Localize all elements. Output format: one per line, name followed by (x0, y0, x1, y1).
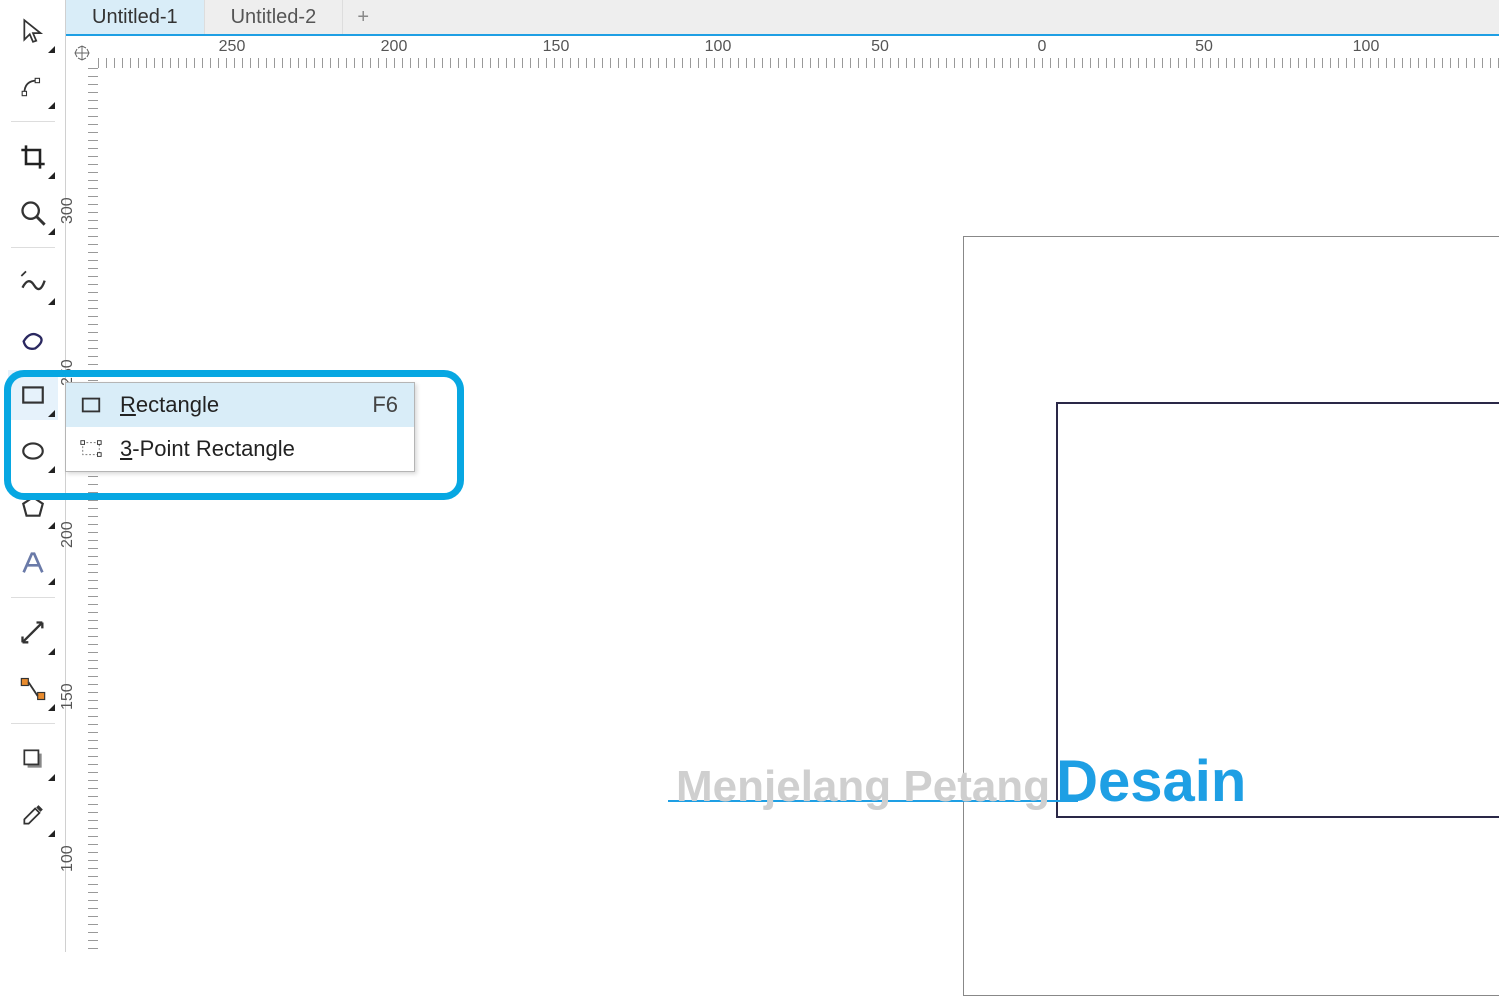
document-tabs-bar: Untitled-1 Untitled-2 + (66, 0, 1499, 36)
crop-tool[interactable] (8, 132, 58, 182)
dimension-icon (19, 619, 47, 647)
tab-label: Untitled-2 (231, 6, 317, 29)
shape-edit-icon (20, 74, 46, 100)
rectangle-tool-flyout: Rectangle F6 3-Point Rectangle (65, 382, 415, 472)
rectangle-tool[interactable] (8, 370, 58, 420)
flyout-indicator-icon (48, 522, 55, 529)
add-tab-button[interactable]: + (343, 0, 383, 34)
watermark: Menjelang Petang Desain (676, 748, 1246, 815)
ruler-v-label: 100 (59, 845, 77, 872)
smear-tool[interactable] (8, 314, 58, 364)
text-tool[interactable] (8, 538, 58, 588)
dropshadow-tool[interactable] (8, 734, 58, 784)
flyout-indicator-icon (48, 830, 55, 837)
flyout-indicator-icon (48, 172, 55, 179)
ruler-h-label: 200 (381, 38, 408, 56)
ruler-h-label: 0 (1038, 38, 1047, 56)
eyedropper-tool[interactable] (8, 790, 58, 840)
ruler-v-label: 200 (59, 521, 77, 548)
three-point-rectangle-icon (76, 438, 106, 460)
dropshadow-icon (20, 746, 46, 772)
flyout-indicator-icon (48, 648, 55, 655)
ruler-h-label: 50 (871, 38, 889, 56)
ruler-h-label: 100 (1353, 38, 1380, 56)
flyout-indicator-icon (48, 228, 55, 235)
pick-tool[interactable] (8, 6, 58, 56)
flyout-indicator-icon (48, 774, 55, 781)
polygon-tool[interactable] (8, 482, 58, 532)
zoom-tool[interactable] (8, 188, 58, 238)
drawing-canvas[interactable]: Menjelang Petang Desain (98, 68, 1499, 952)
flyout-indicator-icon (48, 102, 55, 109)
ruler-vertical[interactable]: 300 250 200 150 100 (66, 68, 98, 952)
freehand-icon (19, 269, 47, 297)
rectangle-icon (20, 382, 46, 408)
flyout-item-rectangle[interactable]: Rectangle F6 (66, 383, 414, 427)
ruler-h-ticks (98, 58, 1499, 68)
flyout-indicator-icon (48, 298, 55, 305)
connector-icon (19, 675, 47, 703)
tab-label: Untitled-1 (92, 6, 178, 29)
crop-icon (19, 143, 47, 171)
ruler-h-label: 250 (219, 38, 246, 56)
flyout-indicator-icon (48, 46, 55, 53)
document-tab-1[interactable]: Untitled-1 (66, 0, 205, 34)
flyout-item-shortcut: F6 (372, 392, 398, 418)
ruler-h-label: 50 (1195, 38, 1213, 56)
watermark-text-1: Menjelang Petang (676, 762, 1050, 812)
toolbox-separator (11, 121, 55, 122)
document-tab-2[interactable]: Untitled-2 (205, 0, 344, 34)
ruler-v-ticks (88, 68, 98, 952)
flyout-indicator-icon (48, 578, 55, 585)
magnifier-icon (19, 199, 47, 227)
toolbox-separator (11, 597, 55, 598)
ruler-origin[interactable] (66, 38, 98, 68)
cursor-icon (20, 18, 46, 44)
toolbox-separator (11, 723, 55, 724)
smear-icon (19, 325, 47, 353)
ruler-h-label: 150 (543, 38, 570, 56)
plus-icon: + (357, 6, 369, 29)
ruler-v-label: 150 (59, 683, 77, 710)
ruler-origin-icon (73, 44, 91, 62)
ruler-horizontal[interactable]: 250 200 150 100 50 0 50 100 (98, 38, 1499, 68)
toolbox (0, 0, 66, 952)
flyout-indicator-icon (48, 410, 55, 417)
polygon-icon (20, 494, 46, 520)
shape-tool[interactable] (8, 62, 58, 112)
flyout-item-label: Rectangle (120, 392, 342, 418)
connector-tool[interactable] (8, 664, 58, 714)
text-icon (19, 549, 47, 577)
ellipse-tool[interactable] (8, 426, 58, 476)
toolbox-separator (11, 247, 55, 248)
watermark-text-2: Desain (1056, 748, 1246, 815)
flyout-indicator-icon (48, 704, 55, 711)
flyout-indicator-icon (48, 466, 55, 473)
freehand-tool[interactable] (8, 258, 58, 308)
rectangle-icon (76, 394, 106, 416)
ruler-h-label: 100 (705, 38, 732, 56)
dimension-tool[interactable] (8, 608, 58, 658)
flyout-item-3point-rectangle[interactable]: 3-Point Rectangle (66, 427, 414, 471)
eyedropper-icon (20, 802, 46, 828)
flyout-item-label: 3-Point Rectangle (120, 436, 368, 462)
ellipse-icon (20, 438, 46, 464)
ruler-v-label: 300 (59, 197, 77, 224)
